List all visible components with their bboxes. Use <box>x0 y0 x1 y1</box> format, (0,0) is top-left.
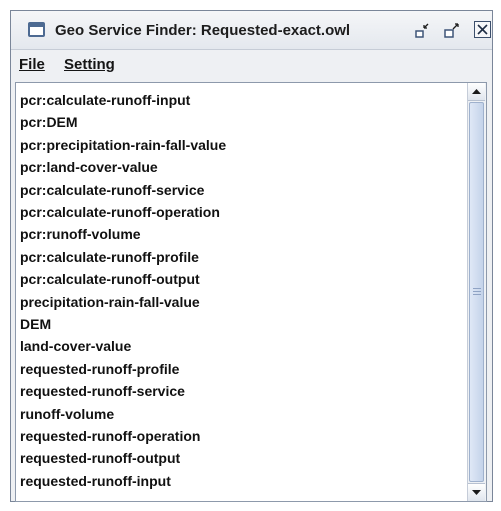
list-item[interactable]: precipitation-rain-fall-value <box>20 294 200 310</box>
list-item[interactable]: requested-runoff-operation <box>20 428 200 444</box>
maximize-icon <box>444 23 459 38</box>
list-item[interactable]: pcr:calculate-runoff-operation <box>20 204 220 220</box>
scroll-down-arrow-icon <box>472 490 481 495</box>
scroll-up-arrow-icon <box>472 89 481 94</box>
title-bar[interactable]: Geo Service Finder: Requested-exact.owl <box>11 11 492 50</box>
class-list-panel: pcr:calculate-runoff-input pcr:DEM pcr:pre… <box>15 82 487 502</box>
list-item[interactable]: pcr:calculate-runoff-output <box>20 271 200 287</box>
window-title: Geo Service Finder: Requested-exact.owl <box>55 22 351 39</box>
minimize-icon <box>415 23 429 38</box>
menu-bar: File Setting <box>11 50 492 78</box>
list-item[interactable]: DEM <box>20 316 51 332</box>
list-item[interactable]: pcr:runoff-volume <box>20 226 141 242</box>
list-item[interactable]: requested-runoff-profile <box>20 361 179 377</box>
class-list[interactable]: pcr:calculate-runoff-input pcr:DEM pcr:pre… <box>16 83 468 501</box>
maximize-button[interactable] <box>443 22 461 40</box>
list-item[interactable]: requested-runoff-input <box>20 473 171 489</box>
scroll-grip-line <box>473 294 481 295</box>
close-icon <box>477 24 488 35</box>
list-item[interactable]: pcr:precipitation-rain-fall-value <box>20 137 226 153</box>
scroll-down-button[interactable] <box>468 483 485 501</box>
list-item[interactable]: pcr:land-cover-value <box>20 159 158 175</box>
scroll-grip-line <box>473 288 481 289</box>
list-item[interactable]: pcr:calculate-runoff-service <box>20 182 204 198</box>
list-item[interactable]: pcr:DEM <box>20 114 78 130</box>
list-item[interactable]: runoff-volume <box>20 406 114 422</box>
window-icon <box>28 22 45 37</box>
list-item[interactable]: pcr:calculate-runoff-profile <box>20 249 199 265</box>
menu-setting[interactable]: Setting <box>64 56 115 73</box>
list-item[interactable]: requested-runoff-output <box>20 450 180 466</box>
list-item[interactable]: requested-runoff-service <box>20 383 185 399</box>
vertical-scrollbar[interactable] <box>467 83 486 501</box>
scroll-up-button[interactable] <box>468 83 485 101</box>
list-item[interactable]: land-cover-value <box>20 338 131 354</box>
scroll-grip-line <box>473 291 481 292</box>
menu-file[interactable]: File <box>19 56 45 73</box>
scroll-thumb[interactable] <box>469 102 484 482</box>
geo-service-finder-window: Geo Service Finder: Requested-exact.owl <box>10 10 493 502</box>
list-item[interactable]: pcr:calculate-runoff-input <box>20 92 190 108</box>
minimize-button[interactable] <box>414 22 432 40</box>
close-button[interactable] <box>474 21 491 38</box>
